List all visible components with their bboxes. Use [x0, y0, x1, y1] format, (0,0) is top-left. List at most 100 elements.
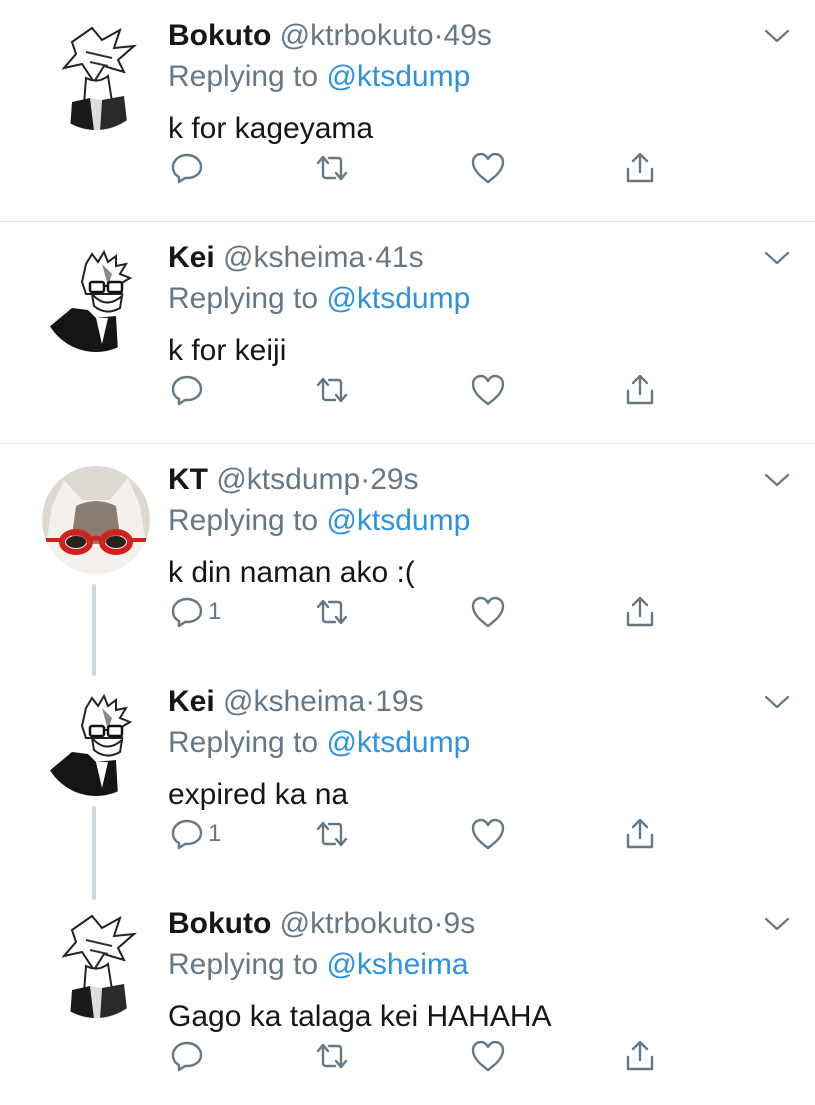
replying-to: Replying to @ktsdump [168, 725, 470, 761]
timestamp[interactable]: 49s [444, 19, 492, 52]
tweet-text: k din naman ako :( [168, 556, 415, 589]
cat-sunglasses-avatar[interactable] [42, 466, 150, 574]
replying-to-label: Replying to [168, 726, 319, 759]
replying-to-handle[interactable]: @ktsdump [326, 282, 470, 315]
like-button[interactable] [470, 1036, 506, 1076]
reply-icon [170, 817, 204, 851]
retweet-button[interactable] [314, 814, 350, 854]
replying-to-handle[interactable]: @ktsdump [326, 726, 470, 759]
tweet[interactable]: Bokuto @ktrbokuto·49s Replying to @ktsdu… [0, 0, 815, 222]
username[interactable]: @ktrbokuto [280, 19, 434, 52]
username[interactable]: @ktrbokuto [280, 907, 434, 940]
share-button[interactable] [624, 592, 656, 632]
retweet-icon [314, 597, 350, 627]
like-button[interactable] [470, 370, 506, 410]
replying-to-label: Replying to [168, 504, 319, 537]
timestamp[interactable]: 9s [444, 907, 476, 940]
reply-count: 1 [208, 598, 222, 625]
separator-dot: · [433, 907, 444, 940]
thread-connector-line [92, 806, 96, 900]
tweet-actions: 1 [168, 814, 688, 854]
separator-dot: · [360, 463, 371, 496]
heart-icon [470, 373, 506, 407]
retweet-button[interactable] [314, 592, 350, 632]
manga-boy-avatar[interactable] [42, 22, 150, 130]
chevron-down-icon[interactable] [762, 248, 792, 268]
reply-button[interactable]: 1 [170, 814, 221, 854]
display-name[interactable]: KT [168, 463, 208, 496]
tweet-actions [168, 148, 688, 188]
tweet-text: Gago ka talaga kei HAHAHA [168, 1000, 552, 1033]
retweet-button[interactable] [314, 370, 350, 410]
like-button[interactable] [470, 592, 506, 632]
share-icon [624, 373, 656, 407]
heart-icon [470, 817, 506, 851]
share-icon [624, 1039, 656, 1073]
tweet-text: expired ka na [168, 778, 349, 811]
like-button[interactable] [470, 148, 506, 188]
tweet-actions [168, 1036, 688, 1076]
display-name[interactable]: Kei [168, 241, 215, 274]
reply-button[interactable]: 1 [170, 592, 221, 632]
like-button[interactable] [470, 814, 506, 854]
replying-to-handle[interactable]: @ksheima [326, 948, 468, 981]
tweet[interactable]: Kei @ksheima·41s Replying to @ktsdump k … [0, 222, 815, 444]
display-name[interactable]: Bokuto [168, 907, 271, 940]
share-icon [624, 151, 656, 185]
timestamp[interactable]: 41s [375, 241, 423, 274]
tweet[interactable]: Bokuto @ktrbokuto·9s Replying to @ksheim… [0, 888, 815, 1105]
retweet-button[interactable] [314, 148, 350, 188]
separator-dot: · [365, 241, 376, 274]
replying-to-handle[interactable]: @ktsdump [326, 60, 470, 93]
heart-icon [470, 151, 506, 185]
retweet-button[interactable] [314, 1036, 350, 1076]
manga-glasses-avatar[interactable] [42, 244, 150, 352]
tweet[interactable]: Kei @ksheima·19s Replying to @ktsdump ex… [0, 666, 815, 888]
retweet-icon [314, 1041, 350, 1071]
timestamp[interactable]: 29s [370, 463, 418, 496]
replying-to-handle[interactable]: @ktsdump [326, 504, 470, 537]
retweet-icon [314, 375, 350, 405]
username[interactable]: @ktsdump [216, 463, 360, 496]
tweet[interactable]: KT @ktsdump·29s Replying to @ktsdump k d… [0, 444, 815, 666]
retweet-icon [314, 153, 350, 183]
tweet-header: Bokuto @ktrbokuto·49s [168, 18, 492, 54]
reply-icon [170, 151, 204, 185]
reply-button[interactable] [170, 1036, 208, 1076]
chevron-down-icon[interactable] [762, 914, 792, 934]
chevron-down-icon[interactable] [762, 470, 792, 490]
reply-button[interactable] [170, 370, 208, 410]
replying-to: Replying to @ksheima [168, 947, 469, 983]
separator-dot: · [365, 685, 376, 718]
share-icon [624, 595, 656, 629]
share-button[interactable] [624, 370, 656, 410]
reply-icon [170, 595, 204, 629]
separator-dot: · [433, 19, 444, 52]
tweet-text: k for keiji [168, 334, 287, 367]
retweet-icon [314, 819, 350, 849]
reply-count: 1 [208, 820, 222, 847]
reply-button[interactable] [170, 148, 208, 188]
share-button[interactable] [624, 1036, 656, 1076]
display-name[interactable]: Kei [168, 685, 215, 718]
username[interactable]: @ksheima [223, 685, 365, 718]
display-name[interactable]: Bokuto [168, 19, 271, 52]
tweet-header: KT @ktsdump·29s [168, 462, 419, 498]
tweet-header: Kei @ksheima·41s [168, 240, 424, 276]
replying-to-label: Replying to [168, 60, 319, 93]
heart-icon [470, 1039, 506, 1073]
manga-boy-avatar[interactable] [42, 910, 150, 1018]
share-button[interactable] [624, 148, 656, 188]
tweet-header: Kei @ksheima·19s [168, 684, 424, 720]
chevron-down-icon[interactable] [762, 26, 792, 46]
username[interactable]: @ksheima [223, 241, 365, 274]
reply-icon [170, 1039, 204, 1073]
manga-glasses-avatar[interactable] [42, 688, 150, 796]
share-button[interactable] [624, 814, 656, 854]
chevron-down-icon[interactable] [762, 692, 792, 712]
tweet-actions: 1 [168, 592, 688, 632]
timestamp[interactable]: 19s [375, 685, 423, 718]
replying-to: Replying to @ktsdump [168, 281, 470, 317]
reply-icon [170, 373, 204, 407]
tweet-text: k for kageyama [168, 112, 374, 145]
